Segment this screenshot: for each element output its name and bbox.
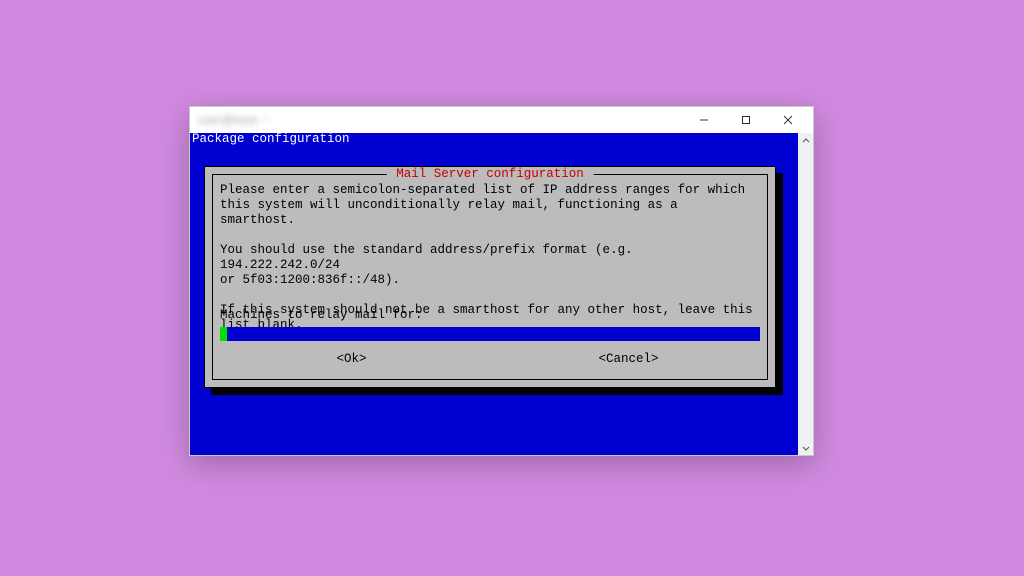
vertical-scrollbar[interactable] xyxy=(798,133,813,455)
relay-list-input[interactable] xyxy=(220,327,760,341)
dialog-button-row: <Ok> <Cancel> xyxy=(213,353,767,366)
window-client-area: Package configuration Mail Server config… xyxy=(190,133,813,455)
terminal-window: user@host: ~ Package configuration xyxy=(189,106,814,456)
window-caption-buttons xyxy=(683,108,809,132)
cancel-button[interactable]: <Cancel> xyxy=(490,353,767,366)
desktop-background: user@host: ~ Package configuration xyxy=(0,0,1024,576)
mail-server-config-dialog: Mail Server configuration Please enter a… xyxy=(204,166,776,388)
close-button[interactable] xyxy=(767,108,809,132)
dialog-prompt-label: Machines to relay mail for: xyxy=(220,309,423,322)
dialog-title: Mail Server configuration xyxy=(387,168,594,181)
dialog-inner-frame: Mail Server configuration Please enter a… xyxy=(212,174,768,380)
window-title: user@host: ~ xyxy=(198,113,270,127)
ok-button[interactable]: <Ok> xyxy=(213,353,490,366)
text-cursor xyxy=(220,327,227,341)
scroll-down-arrow-icon[interactable] xyxy=(798,440,813,455)
terminal-header-line: Package configuration xyxy=(192,133,350,146)
terminal-surface: Package configuration Mail Server config… xyxy=(190,133,798,455)
maximize-button[interactable] xyxy=(725,108,767,132)
window-titlebar[interactable]: user@host: ~ xyxy=(190,107,813,133)
minimize-button[interactable] xyxy=(683,108,725,132)
scroll-up-arrow-icon[interactable] xyxy=(798,133,813,148)
